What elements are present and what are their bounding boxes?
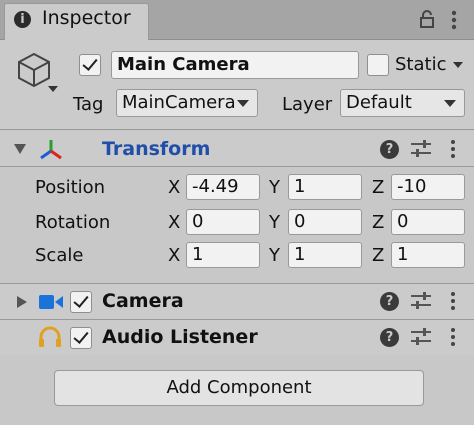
foldout-closed-icon[interactable] bbox=[17, 296, 27, 308]
position-label: Position bbox=[35, 177, 106, 198]
axis-y-label: Y bbox=[269, 245, 280, 266]
position-y-field[interactable]: 1 bbox=[288, 174, 362, 200]
camera-enabled-checkbox[interactable] bbox=[70, 291, 92, 313]
camera-icon bbox=[39, 295, 63, 309]
component-menu-icon[interactable] bbox=[450, 139, 456, 159]
chevron-down-icon bbox=[237, 100, 249, 107]
transform-title: Transform bbox=[102, 138, 211, 160]
rotation-y-field[interactable]: 0 bbox=[288, 209, 362, 235]
presets-sliders-icon[interactable] bbox=[410, 139, 432, 159]
scale-z-field[interactable]: 1 bbox=[391, 242, 465, 268]
help-icon[interactable]: ? bbox=[380, 140, 399, 159]
headphones-icon bbox=[39, 326, 61, 347]
static-checkbox[interactable] bbox=[367, 54, 389, 76]
foldout-open-icon[interactable] bbox=[14, 144, 26, 154]
active-checkbox[interactable] bbox=[79, 54, 101, 76]
axis-x-label: X bbox=[168, 212, 181, 233]
tag-label: Tag bbox=[73, 94, 104, 115]
axis-x-label: X bbox=[168, 245, 181, 266]
rotation-z-field[interactable]: 0 bbox=[391, 209, 465, 235]
camera-title: Camera bbox=[102, 290, 184, 312]
tag-dropdown-value: MainCamera bbox=[122, 92, 236, 113]
axis-y-label: Y bbox=[269, 212, 280, 233]
static-dropdown-arrow-icon[interactable] bbox=[453, 62, 463, 68]
gameobject-cube-icon[interactable] bbox=[16, 51, 52, 89]
lock-icon[interactable] bbox=[418, 9, 436, 29]
axis-z-label: Z bbox=[372, 212, 385, 233]
presets-sliders-icon[interactable] bbox=[410, 327, 432, 347]
info-icon: i bbox=[14, 11, 31, 28]
position-x-field[interactable]: -4.49 bbox=[186, 174, 260, 200]
object-name-field[interactable]: Main Camera bbox=[111, 51, 359, 79]
layer-dropdown-value: Default bbox=[346, 92, 412, 113]
rotation-label: Rotation bbox=[35, 212, 111, 233]
scale-label: Scale bbox=[35, 245, 84, 266]
audio-listener-title: Audio Listener bbox=[102, 326, 258, 348]
icon-dropdown-arrow-icon[interactable] bbox=[48, 86, 58, 92]
scale-y-field[interactable]: 1 bbox=[288, 242, 362, 268]
axis-y-label: Y bbox=[269, 177, 280, 198]
add-component-button[interactable]: Add Component bbox=[54, 370, 424, 406]
tab-inspector-label: Inspector bbox=[42, 7, 131, 29]
axis-x-label: X bbox=[168, 177, 181, 198]
transform-axes-icon bbox=[40, 140, 62, 160]
help-icon[interactable]: ? bbox=[380, 292, 399, 311]
window-menu-icon[interactable] bbox=[450, 9, 458, 31]
transform-header[interactable] bbox=[0, 131, 474, 167]
audio-listener-enabled-checkbox[interactable] bbox=[70, 327, 92, 349]
chevron-down-icon bbox=[444, 100, 456, 107]
axis-z-label: Z bbox=[372, 245, 385, 266]
presets-sliders-icon[interactable] bbox=[410, 291, 432, 311]
component-menu-icon[interactable] bbox=[450, 291, 456, 311]
position-z-field[interactable]: -10 bbox=[391, 174, 465, 200]
axis-z-label: Z bbox=[372, 177, 385, 198]
static-label: Static bbox=[395, 54, 447, 75]
layer-dropdown[interactable]: Default bbox=[340, 89, 465, 117]
component-menu-icon[interactable] bbox=[450, 327, 456, 347]
layer-label: Layer bbox=[282, 94, 333, 115]
help-icon[interactable]: ? bbox=[380, 328, 399, 347]
tag-dropdown[interactable]: MainCamera bbox=[116, 89, 258, 117]
rotation-x-field[interactable]: 0 bbox=[186, 209, 260, 235]
scale-x-field[interactable]: 1 bbox=[186, 242, 260, 268]
